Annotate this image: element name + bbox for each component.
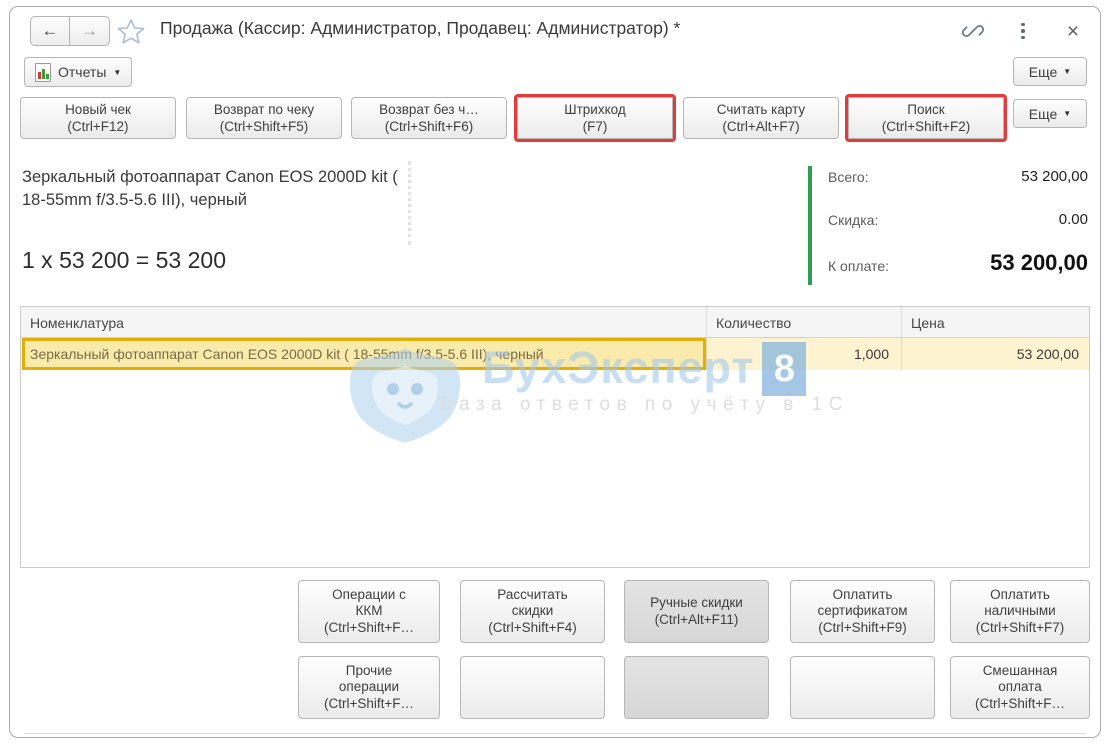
toolbar-button-shortcut: (Ctrl+Alt+F7)	[722, 119, 800, 134]
chevron-down-icon: ▼	[1063, 67, 1072, 76]
chevron-down-icon: ▼	[113, 67, 122, 77]
table-header: Номенклатура Количество Цена	[21, 307, 1089, 338]
discount-value: 0.00	[1058, 211, 1088, 228]
action-button-line: (Ctrl+Shift+F…	[974, 695, 1066, 711]
action-button-line: (Ctrl+Shift+F9)	[818, 619, 907, 635]
favorite-star-icon[interactable]	[116, 17, 146, 47]
action-button-line: (Ctrl+Shift+F…	[323, 619, 415, 635]
action-button-row2-3[interactable]	[790, 656, 935, 719]
action-button-line: (Ctrl+Alt+F11)	[654, 611, 739, 627]
action-button-line: Смешанная	[982, 662, 1058, 678]
action-button-line: наличными	[984, 603, 1056, 619]
action-button-row1-2[interactable]: Ручные скидки (Ctrl+Alt+F11)	[624, 580, 769, 643]
cell-price[interactable]: 53 200,00	[901, 338, 1089, 370]
action-button-row2-0[interactable]: Прочие операции (Ctrl+Shift+F…	[298, 656, 440, 719]
sale-window: ← → Продажа (Кассир: Администратор, Прод…	[0, 0, 1110, 744]
close-icon[interactable]: ×	[1060, 18, 1086, 44]
column-header-price[interactable]: Цена	[901, 307, 1089, 338]
action-button-row1-0[interactable]: Операции с ККМ (Ctrl+Shift+F…	[298, 580, 440, 643]
due-value: 53 200,00	[990, 250, 1088, 275]
totals-accent-bar	[808, 166, 812, 285]
action-button-line: операции	[338, 679, 400, 695]
link-icon[interactable]	[960, 18, 986, 44]
action-button-line: Операции с	[332, 586, 406, 602]
column-header-nomenclature[interactable]: Номенклатура	[21, 307, 706, 338]
toolbar-button-shortcut: (Ctrl+Shift+F5)	[219, 119, 309, 134]
action-button-row2-4[interactable]: Смешанная оплата (Ctrl+Shift+F…	[950, 656, 1090, 719]
column-header-quantity[interactable]: Количество	[706, 307, 901, 338]
action-button-line: ККМ	[355, 603, 383, 619]
forward-button[interactable]: →	[70, 16, 110, 46]
more-button-toolbar[interactable]: Еще ▼	[1013, 99, 1087, 128]
toolbar-button-shortcut: (Ctrl+Shift+F6)	[384, 119, 474, 134]
action-button-line: (Ctrl+Shift+F…	[323, 695, 415, 711]
toolbar-button-label: Штрихкод	[564, 102, 626, 117]
cell-name[interactable]: Зеркальный фотоаппарат Canon EOS 2000D k…	[21, 338, 706, 370]
action-button-line: скидки	[511, 603, 554, 619]
action-button-line: (Ctrl+Shift+F4)	[488, 619, 577, 635]
report-icon	[35, 62, 51, 82]
toolbar-button-shortcut: (Ctrl+Shift+F2)	[881, 119, 971, 134]
due-label: К оплате:	[828, 258, 889, 274]
action-button-line: Оплатить	[832, 586, 893, 602]
current-item-name: Зеркальный фотоаппарат Canon EOS 2000D k…	[22, 168, 398, 209]
back-button[interactable]: ←	[30, 16, 70, 46]
reports-button-label: Отчеты	[58, 64, 107, 80]
current-item-calculation: 1 x 53 200 = 53 200	[22, 247, 226, 273]
reports-button[interactable]: Отчеты ▼	[24, 57, 133, 87]
action-button-line: Оплатить	[990, 586, 1050, 602]
action-button-row2-1[interactable]	[460, 656, 605, 719]
toolbar-button-shortcut: (Ctrl+F12)	[67, 119, 129, 134]
cell-qty[interactable]: 1,000	[706, 338, 901, 370]
nav-history-group: ← →	[30, 16, 110, 46]
toolbar-button-2[interactable]: Возврат без ч… (Ctrl+Shift+F6)	[351, 97, 507, 139]
action-button-line: Рассчитать	[497, 586, 568, 602]
action-button-row1-4[interactable]: Оплатить наличными (Ctrl+Shift+F7)	[950, 580, 1090, 643]
table-row[interactable]: Зеркальный фотоаппарат Canon EOS 2000D k…	[21, 338, 1089, 370]
action-button-line: оплата	[998, 679, 1042, 695]
toolbar-button-label: Поиск	[907, 102, 945, 117]
action-button-row1-1[interactable]: Рассчитать скидки (Ctrl+Shift+F4)	[460, 580, 605, 643]
toolbar-button-shortcut: (F7)	[582, 119, 608, 134]
toolbar-button-3[interactable]: Штрихкод (F7)	[514, 94, 676, 142]
more-menu-icon[interactable]	[1010, 18, 1036, 44]
toolbar-button-label: Возврат по чеку	[213, 102, 315, 117]
more-button-top[interactable]: Еще ▼	[1013, 57, 1087, 86]
toolbar-button-1[interactable]: Возврат по чеку (Ctrl+Shift+F5)	[186, 97, 342, 139]
action-button-line: Ручные скидки	[650, 595, 743, 610]
toolbar-button-0[interactable]: Новый чек (Ctrl+F12)	[20, 97, 176, 139]
discount-label: Скидка:	[828, 212, 879, 228]
toolbar-button-label: Новый чек	[65, 102, 131, 117]
action-button-line: сертификатом	[817, 603, 908, 619]
toolbar-button-label: Считать карту	[716, 102, 806, 117]
chevron-down-icon: ▼	[1063, 109, 1072, 118]
action-button-line: (Ctrl+Shift+F7)	[975, 619, 1065, 635]
page-title: Продажа (Кассир: Администратор, Продавец…	[160, 18, 681, 38]
action-button-row2-2[interactable]	[624, 656, 769, 719]
action-button-row1-3[interactable]: Оплатить сертификатом (Ctrl+Shift+F9)	[790, 580, 935, 643]
toolbar-button-4[interactable]: Считать карту (Ctrl+Alt+F7)	[683, 97, 839, 139]
items-table: Номенклатура Количество Цена Зеркальный …	[20, 306, 1090, 568]
total-label: Всего:	[828, 169, 869, 185]
action-button-line: Прочие	[345, 662, 393, 678]
toolbar-button-label: Возврат без ч…	[379, 102, 479, 117]
bottom-divider	[24, 733, 1086, 734]
toolbar-button-5[interactable]: Поиск (Ctrl+Shift+F2)	[845, 94, 1007, 142]
total-value: 53 200,00	[1021, 168, 1088, 185]
splitter[interactable]	[408, 161, 411, 245]
